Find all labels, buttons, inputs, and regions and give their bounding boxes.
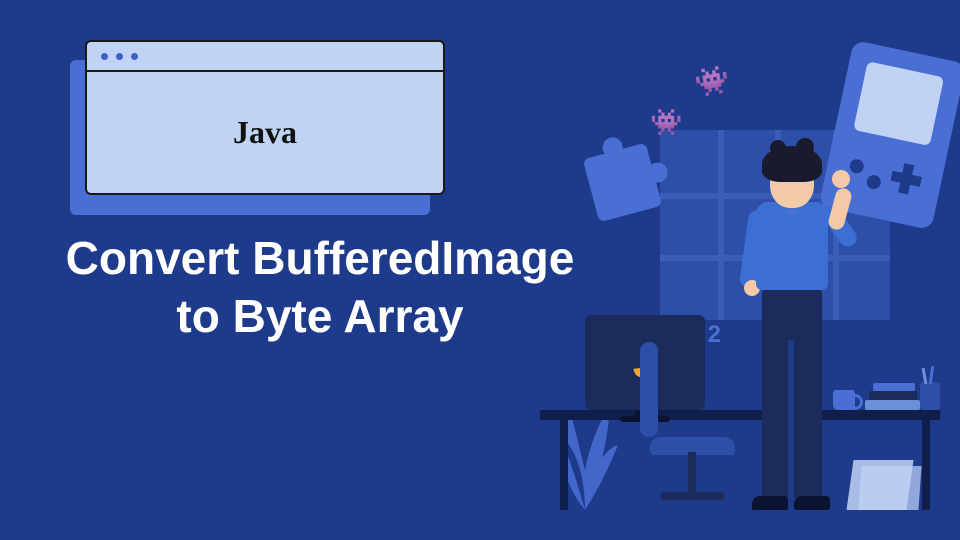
illustration: 👾 👾 J 2 (540, 30, 940, 510)
main-title: Convert BufferedImage to Byte Array (60, 230, 580, 345)
chair-icon (640, 342, 658, 437)
logo-superscript: 2 (708, 321, 721, 349)
title-card: Java (85, 40, 445, 195)
card-body: Java (87, 72, 443, 193)
desk-leg-icon (922, 420, 930, 510)
pencil-cup-icon (920, 382, 940, 410)
window-dot-icon (131, 53, 138, 60)
books-icon (865, 370, 920, 410)
space-invader-icon: 👾 (650, 108, 682, 138)
person-illustration (720, 140, 860, 510)
window-dot-icon (116, 53, 123, 60)
card-title: Java (233, 114, 297, 151)
desk-leg-icon (560, 420, 568, 510)
space-invader-icon: 👾 (692, 62, 732, 102)
card-header (87, 42, 443, 72)
puzzle-piece-icon (583, 143, 663, 223)
chair-icon (688, 452, 696, 492)
window-dot-icon (101, 53, 108, 60)
chair-icon (660, 492, 725, 500)
